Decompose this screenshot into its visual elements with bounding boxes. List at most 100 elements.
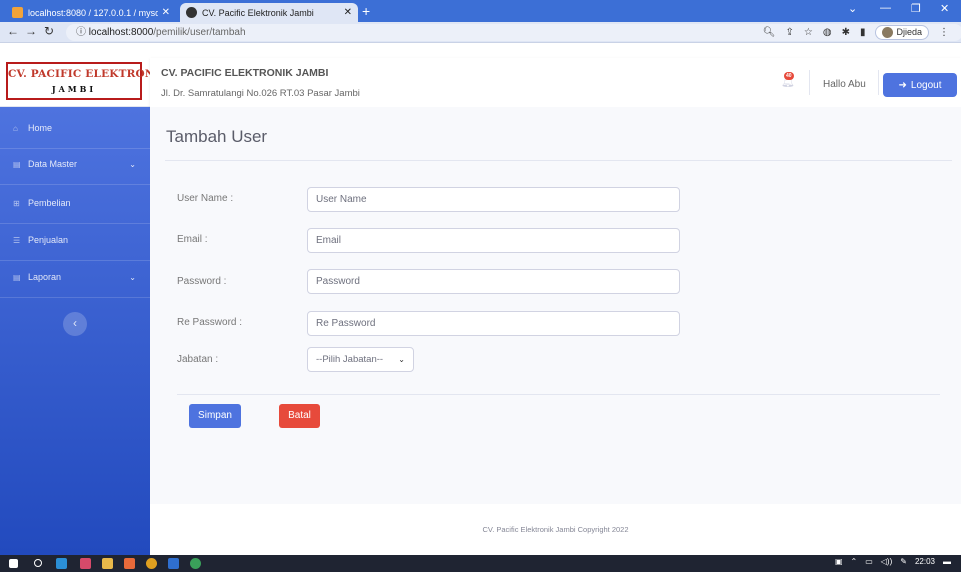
brand-line1: CV. PACIFIC ELEKTRONIK <box>8 68 170 80</box>
os-taskbar: ▣ ⌃ ▭ ◁)) ✎ 22:03 ▬ <box>0 555 961 572</box>
email-label: Email : <box>177 234 208 245</box>
reload-icon[interactable]: ↻ <box>44 24 54 38</box>
sign-out-icon: ➜ <box>898 79 907 91</box>
logout-button[interactable]: ➜ Logout <box>883 73 957 97</box>
topbar-divider <box>809 70 810 95</box>
cancel-button[interactable]: Batal <box>279 404 320 428</box>
topbar: CV. PACIFIC ELEKTRONIK JAMBI Jl. Dr. Sam… <box>150 58 961 107</box>
profile-button[interactable]: Djieda <box>875 25 929 40</box>
sidebar-item-label: Penjualan <box>28 235 69 245</box>
zoom-icon[interactable]: 🔍︎ <box>763 27 776 38</box>
search-icon[interactable] <box>34 559 42 567</box>
sidebar-item-label: Laporan <box>28 272 62 282</box>
app-icon[interactable] <box>124 558 135 569</box>
clock-time[interactable]: 22:03 <box>915 557 935 566</box>
vscode-icon[interactable] <box>56 558 67 569</box>
url-host: localhost:8000 <box>88 27 154 38</box>
divider <box>165 160 952 161</box>
logout-label: Logout <box>910 79 942 91</box>
divider <box>177 394 940 395</box>
volume-icon[interactable]: ◁)) <box>881 557 892 566</box>
sidepanel-icon[interactable]: ▮ <box>860 27 866 38</box>
close-window-icon[interactable]: ✕ <box>940 2 949 15</box>
folder-icon[interactable] <box>102 558 113 569</box>
copyright-text: CV. Pacific Elektronik Jambi Copyright 2… <box>482 525 629 534</box>
brand-line2: JAMBI <box>51 84 97 94</box>
minimize-icon[interactable]: — <box>880 2 891 14</box>
tab-title: CV. Pacific Elektronik Jambi <box>202 7 314 18</box>
restore-icon[interactable]: ❐ <box>911 2 921 15</box>
notification-button[interactable]: 🔔︎ 40 <box>781 72 795 88</box>
notification-badge: 40 <box>784 72 794 80</box>
new-tab-button[interactable]: + <box>362 3 370 19</box>
password-label: Password : <box>177 276 227 287</box>
app-icon[interactable] <box>80 558 91 569</box>
puzzle-icon[interactable]: ✱ <box>842 27 850 38</box>
save-button[interactable]: Simpan <box>189 404 241 428</box>
chevron-left-icon: ‹ <box>73 316 77 330</box>
sidebar-item-penjualan[interactable]: ☰ Penjualan <box>0 220 150 261</box>
repassword-label: Re Password : <box>177 317 243 328</box>
sidebar-item-pembelian[interactable]: ⊞ Pembelian <box>0 183 150 224</box>
table-icon: ▤ <box>13 272 21 282</box>
username-input[interactable] <box>307 187 680 212</box>
user-greeting[interactable]: Hallo Abu <box>823 79 866 90</box>
jabatan-selected-value: --Pilih Jabatan-- <box>316 354 384 365</box>
sidebar-item-label: Pembelian <box>28 198 71 208</box>
phpmyadmin-favicon-icon <box>12 7 23 18</box>
browser-tab-phpmyadmin[interactable]: localhost:8080 / 127.0.0.1 / mysql ✕ <box>6 3 176 22</box>
topbar-divider <box>878 70 879 95</box>
company-name: CV. PACIFIC ELEKTRONIK JAMBI <box>161 67 329 79</box>
sidebar-item-home[interactable]: ⌂ Home <box>0 108 150 149</box>
password-input[interactable] <box>307 269 680 294</box>
network-icon[interactable]: ▭ <box>865 557 873 566</box>
table-icon: ▤ <box>13 159 21 169</box>
notification-center-icon[interactable]: ▬ <box>943 557 951 566</box>
close-icon[interactable]: ✕ <box>162 7 170 18</box>
repassword-input[interactable] <box>307 311 680 336</box>
kebab-menu-icon[interactable]: ⋮ <box>939 27 949 38</box>
sidebar-item-data-master[interactable]: ▤ Data Master ⌄ <box>0 144 150 185</box>
browser-tab-pacific[interactable]: CV. Pacific Elektronik Jambi ✕ <box>180 3 358 22</box>
browser-tab-bar: localhost:8080 / 127.0.0.1 / mysql ✕ CV.… <box>0 0 961 22</box>
sidebar-toggle-button[interactable]: ‹ <box>63 312 87 336</box>
app-icon[interactable] <box>190 558 201 569</box>
bookmark-star-icon[interactable]: ☆ <box>804 27 813 38</box>
jabatan-label: Jabatan : <box>177 354 219 365</box>
page-title: Tambah User <box>166 127 268 146</box>
pen-icon[interactable]: ✎ <box>900 557 907 566</box>
chevron-up-icon[interactable]: ⌃ <box>851 557 858 566</box>
username-label: User Name : <box>177 193 234 204</box>
sidebar-item-label: Data Master <box>28 159 78 169</box>
sidebar-item-laporan[interactable]: ▤ Laporan ⌄ <box>0 257 150 298</box>
extension-icon[interactable]: ◍ <box>823 27 832 38</box>
email-input[interactable] <box>307 228 680 253</box>
list-icon: ☰ <box>13 235 21 245</box>
system-tray: ▣ ⌃ ▭ ◁)) ✎ 22:03 ▬ <box>835 557 951 566</box>
chevron-down-icon: ⌄ <box>398 355 405 364</box>
chevron-down-icon: ⌄ <box>129 159 136 169</box>
chrome-icon[interactable] <box>146 558 157 569</box>
taskview-icon[interactable]: ▣ <box>835 557 843 566</box>
jabatan-select[interactable]: --Pilih Jabatan-- ⌄ <box>307 347 414 372</box>
close-icon[interactable]: ✕ <box>344 7 352 18</box>
sidebar-brand[interactable]: CV. PACIFIC ELEKTRONIK JAMBI <box>0 58 170 107</box>
info-icon: ⓘ <box>76 27 86 38</box>
tab-search-icon[interactable]: ⌄ <box>848 2 857 15</box>
word-icon[interactable] <box>168 558 179 569</box>
windows-start-icon[interactable] <box>9 559 18 568</box>
brand-logo: CV. PACIFIC ELEKTRONIK JAMBI <box>6 62 170 100</box>
profile-name: Djieda <box>896 27 922 37</box>
chevron-down-icon: ⌄ <box>129 272 136 282</box>
tab-title: localhost:8080 / 127.0.0.1 / mysql <box>28 7 158 18</box>
back-icon[interactable]: ← <box>7 24 19 38</box>
forward-icon[interactable]: → <box>25 24 37 38</box>
main-content: Tambah User User Name : Email : Password… <box>150 107 961 504</box>
share-icon[interactable]: ⇪ <box>785 27 793 38</box>
home-icon: ⌂ <box>13 123 18 133</box>
address-bar: ← → ↻ ⓘ localhost:8000/pemilik/user/tamb… <box>0 22 961 43</box>
sidebar-item-label: Home <box>28 123 53 133</box>
company-address: Jl. Dr. Samratulangi No.026 RT.03 Pasar … <box>161 88 360 99</box>
address-bar-actions: 🔍︎ ⇪ ☆ ◍ ✱ ▮ Djieda ⋮ <box>763 25 949 40</box>
footer: CV. Pacific Elektronik Jambi Copyright 2… <box>150 504 961 555</box>
